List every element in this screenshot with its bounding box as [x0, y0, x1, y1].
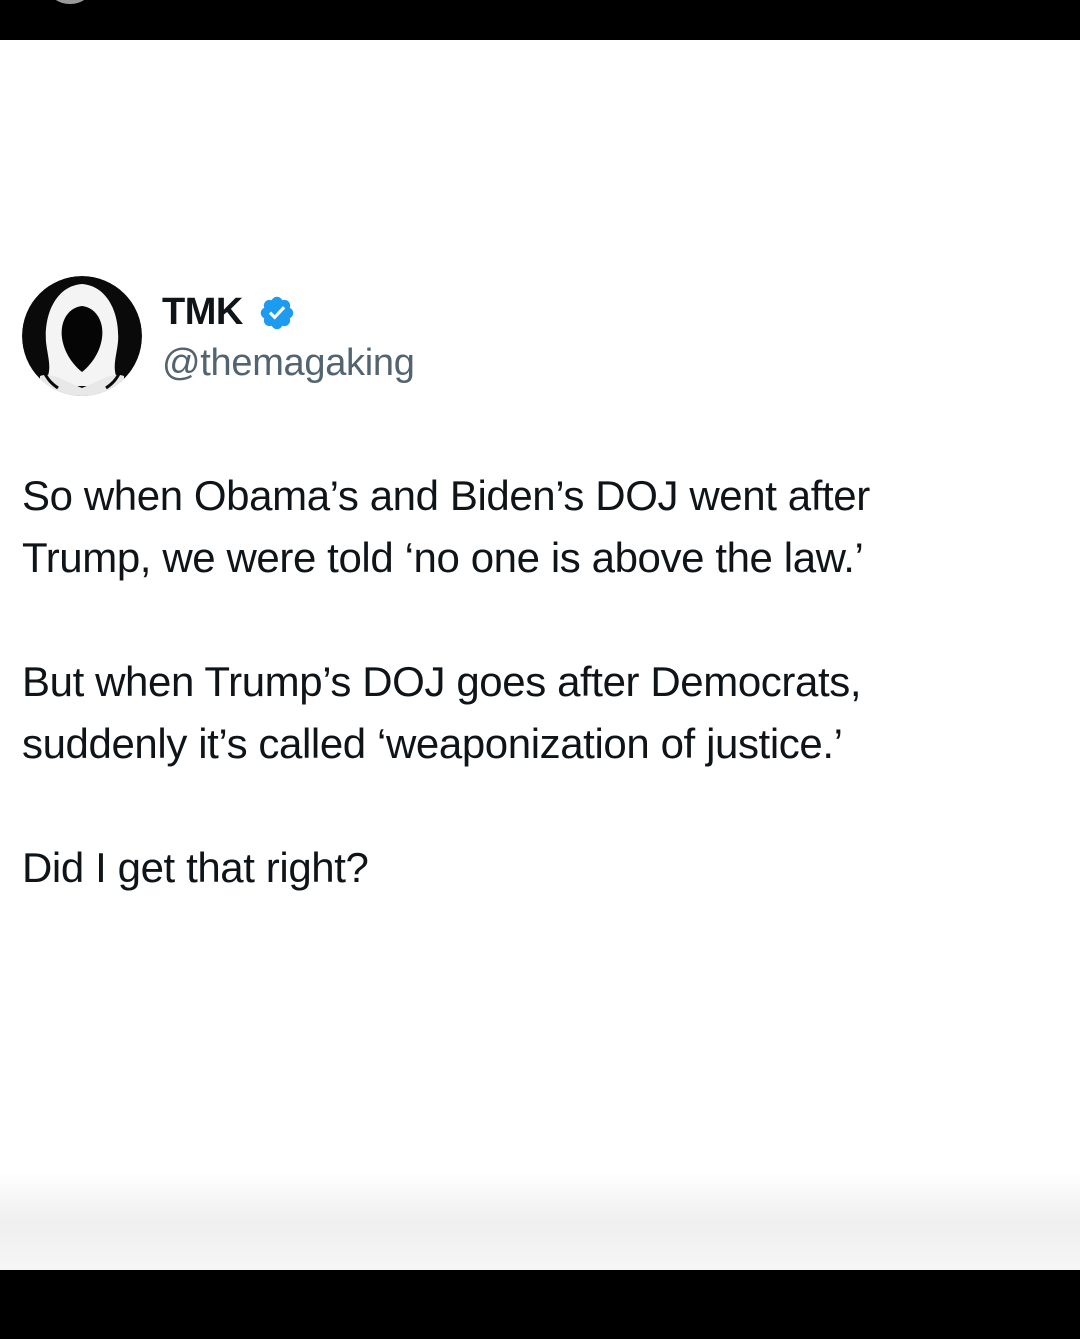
verified-badge-icon	[258, 294, 296, 332]
avatar[interactable]	[22, 276, 142, 396]
cropped-circle-shape	[48, 0, 92, 4]
top-black-bar	[0, 0, 1080, 40]
bottom-black-bar	[0, 1270, 1080, 1339]
user-handle[interactable]: @themagaking	[162, 341, 415, 385]
tweet-paragraph: So when Obama’s and Biden’s DOJ went aft…	[22, 472, 870, 581]
tweet-body: So when Obama’s and Biden’s DOJ went aft…	[22, 465, 1032, 899]
hooded-figure-avatar-icon	[22, 276, 142, 396]
display-name[interactable]: TMK	[162, 290, 243, 334]
tweet-paragraph: But when Trump’s DOJ goes after Democrat…	[22, 658, 862, 767]
tweet-paragraph: Did I get that right?	[22, 844, 369, 891]
